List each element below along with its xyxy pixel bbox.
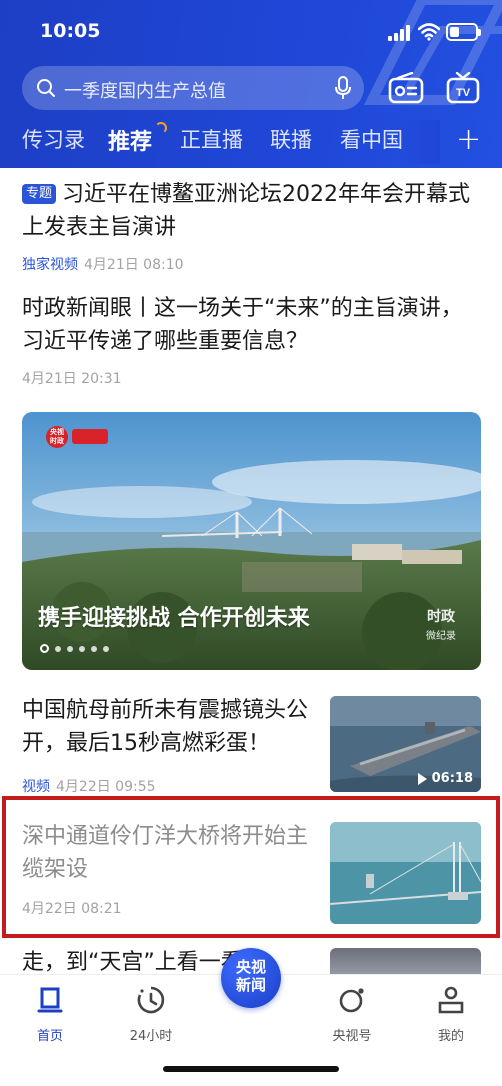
search-bar[interactable]: 一季度国内生产总值 (22, 66, 364, 110)
news-title: 专题 习近平在博鳌亚洲论坛2022年年会开幕式上发表主旨演讲 (22, 178, 482, 244)
news-title: 中国航母前所未有震撼镜头公开，最后15秒高燃彩蛋！ (22, 698, 309, 756)
carousel-dot[interactable] (91, 645, 97, 652)
app-header: 10:05 一季度国内生产总值 TV 传习录 推荐 正直播 联播 看中国 + (0, 0, 502, 168)
cctv-news-label: 央视新闻 (235, 958, 266, 994)
cctv-news-button[interactable]: 央视新闻 (221, 948, 281, 1008)
carousel-dot[interactable] (103, 645, 109, 652)
tabbar-mine-label: 我的 (437, 1029, 464, 1044)
cellular-signal-icon (388, 25, 410, 41)
tab-recommend[interactable]: 推荐 (108, 124, 152, 156)
news-item[interactable]: 深中通道伶仃洋大桥将开始主缆架设 4月22日 08:21 (22, 820, 318, 918)
channel-icon (339, 988, 364, 1013)
profile-icon (438, 986, 464, 1014)
svg-text:TV: TV (456, 87, 471, 99)
tv-icon[interactable]: TV (446, 72, 480, 104)
cctv-logo: 央视 时政 (46, 426, 110, 448)
news-thumbnail[interactable]: 06:18 (330, 696, 481, 792)
play-icon (417, 772, 427, 785)
tab-live[interactable]: 正直播 (180, 124, 243, 154)
tabbar-home-label: 首页 (36, 1029, 63, 1044)
tabbar-24h-label: 24小时 (129, 1029, 173, 1044)
video-duration-text: 06:18 (431, 771, 473, 786)
news-item[interactable]: 专题 习近平在博鳌亚洲论坛2022年年会开幕式上发表主旨演讲 独家视频 4月21日 … (22, 178, 482, 274)
search-icon (37, 79, 55, 97)
video-duration: 06:18 (417, 771, 473, 786)
carousel-dot[interactable] (55, 645, 61, 652)
radio-icon[interactable] (388, 72, 424, 104)
topic-badge: 专题 (22, 184, 57, 204)
banner-carousel[interactable]: 央视 时政 携手迎接挑战 合作开创未来 时政 微纪录 (22, 412, 481, 670)
news-meta: 独家视频 4月21日 08:10 (22, 254, 482, 274)
news-title-text: 习近平在博鳌亚洲论坛2022年年会开幕式上发表主旨演讲 (22, 182, 471, 240)
carousel-dot[interactable] (67, 645, 73, 652)
microphone-icon[interactable] (334, 76, 352, 100)
news-source: 视频 (22, 779, 50, 795)
cctv-logo-tag (72, 429, 108, 444)
news-meta: 视频 4月22日 09:55 (22, 776, 156, 796)
tab-lianbo[interactable]: 联播 (270, 124, 312, 154)
carousel-dot[interactable] (79, 645, 85, 652)
news-time: 4月22日 08:21 (22, 901, 122, 917)
news-title: 深中通道伶仃洋大桥将开始主缆架设 (22, 824, 309, 882)
status-bar: 10:05 (0, 0, 502, 62)
tabbar-channel-label: 央视号 (332, 1029, 372, 1044)
bridge-image (330, 822, 481, 924)
news-time: 4月21日 08:10 (84, 257, 184, 273)
banner-caption: 携手迎接挑战 合作开创未来 (38, 606, 310, 631)
news-source: 独家视频 (22, 257, 78, 273)
news-title: 时政新闻眼丨这一场关于“未来”的主旨演讲，习近平传递了哪些重要信息？ (22, 296, 463, 354)
tab-kanzhongguo[interactable]: 看中国 (340, 124, 403, 154)
status-time: 10:05 (40, 20, 101, 42)
carousel-indicator[interactable] (40, 644, 109, 653)
add-channel-icon[interactable]: + (456, 122, 481, 157)
video-watermark: 时政 微纪录 (426, 609, 456, 642)
home-indicator (163, 1066, 339, 1072)
carousel-dot[interactable] (40, 644, 49, 653)
tab-chuanxilu[interactable]: 传习录 (22, 124, 85, 154)
wifi-icon (418, 23, 440, 41)
search-placeholder: 一季度国内生产总值 (64, 81, 226, 102)
tabs-fade (400, 120, 440, 164)
tabbar-home[interactable]: 首页 (15, 985, 85, 1044)
cctv-logo-badge: 央视 时政 (46, 426, 68, 448)
tabbar-24h[interactable]: 24小时 (116, 985, 186, 1044)
tabbar-mine[interactable]: 我的 (416, 985, 486, 1044)
clock-icon (137, 986, 165, 1014)
battery-icon (446, 23, 481, 41)
home-icon (37, 987, 63, 1013)
news-thumbnail[interactable] (330, 822, 481, 924)
news-item[interactable]: 中国航母前所未有震撼镜头公开，最后15秒高燃彩蛋！ 视频 4月22日 09:55 (22, 694, 322, 795)
news-time: 4月22日 09:55 (56, 779, 156, 795)
refresh-indicator-icon (155, 122, 167, 134)
tabbar-channel[interactable]: 央视号 (317, 985, 387, 1044)
news-time: 4月21日 20:31 (22, 371, 122, 387)
news-item[interactable]: 时政新闻眼丨这一场关于“未来”的主旨演讲，习近平传递了哪些重要信息？ 4月21日… (22, 292, 482, 388)
